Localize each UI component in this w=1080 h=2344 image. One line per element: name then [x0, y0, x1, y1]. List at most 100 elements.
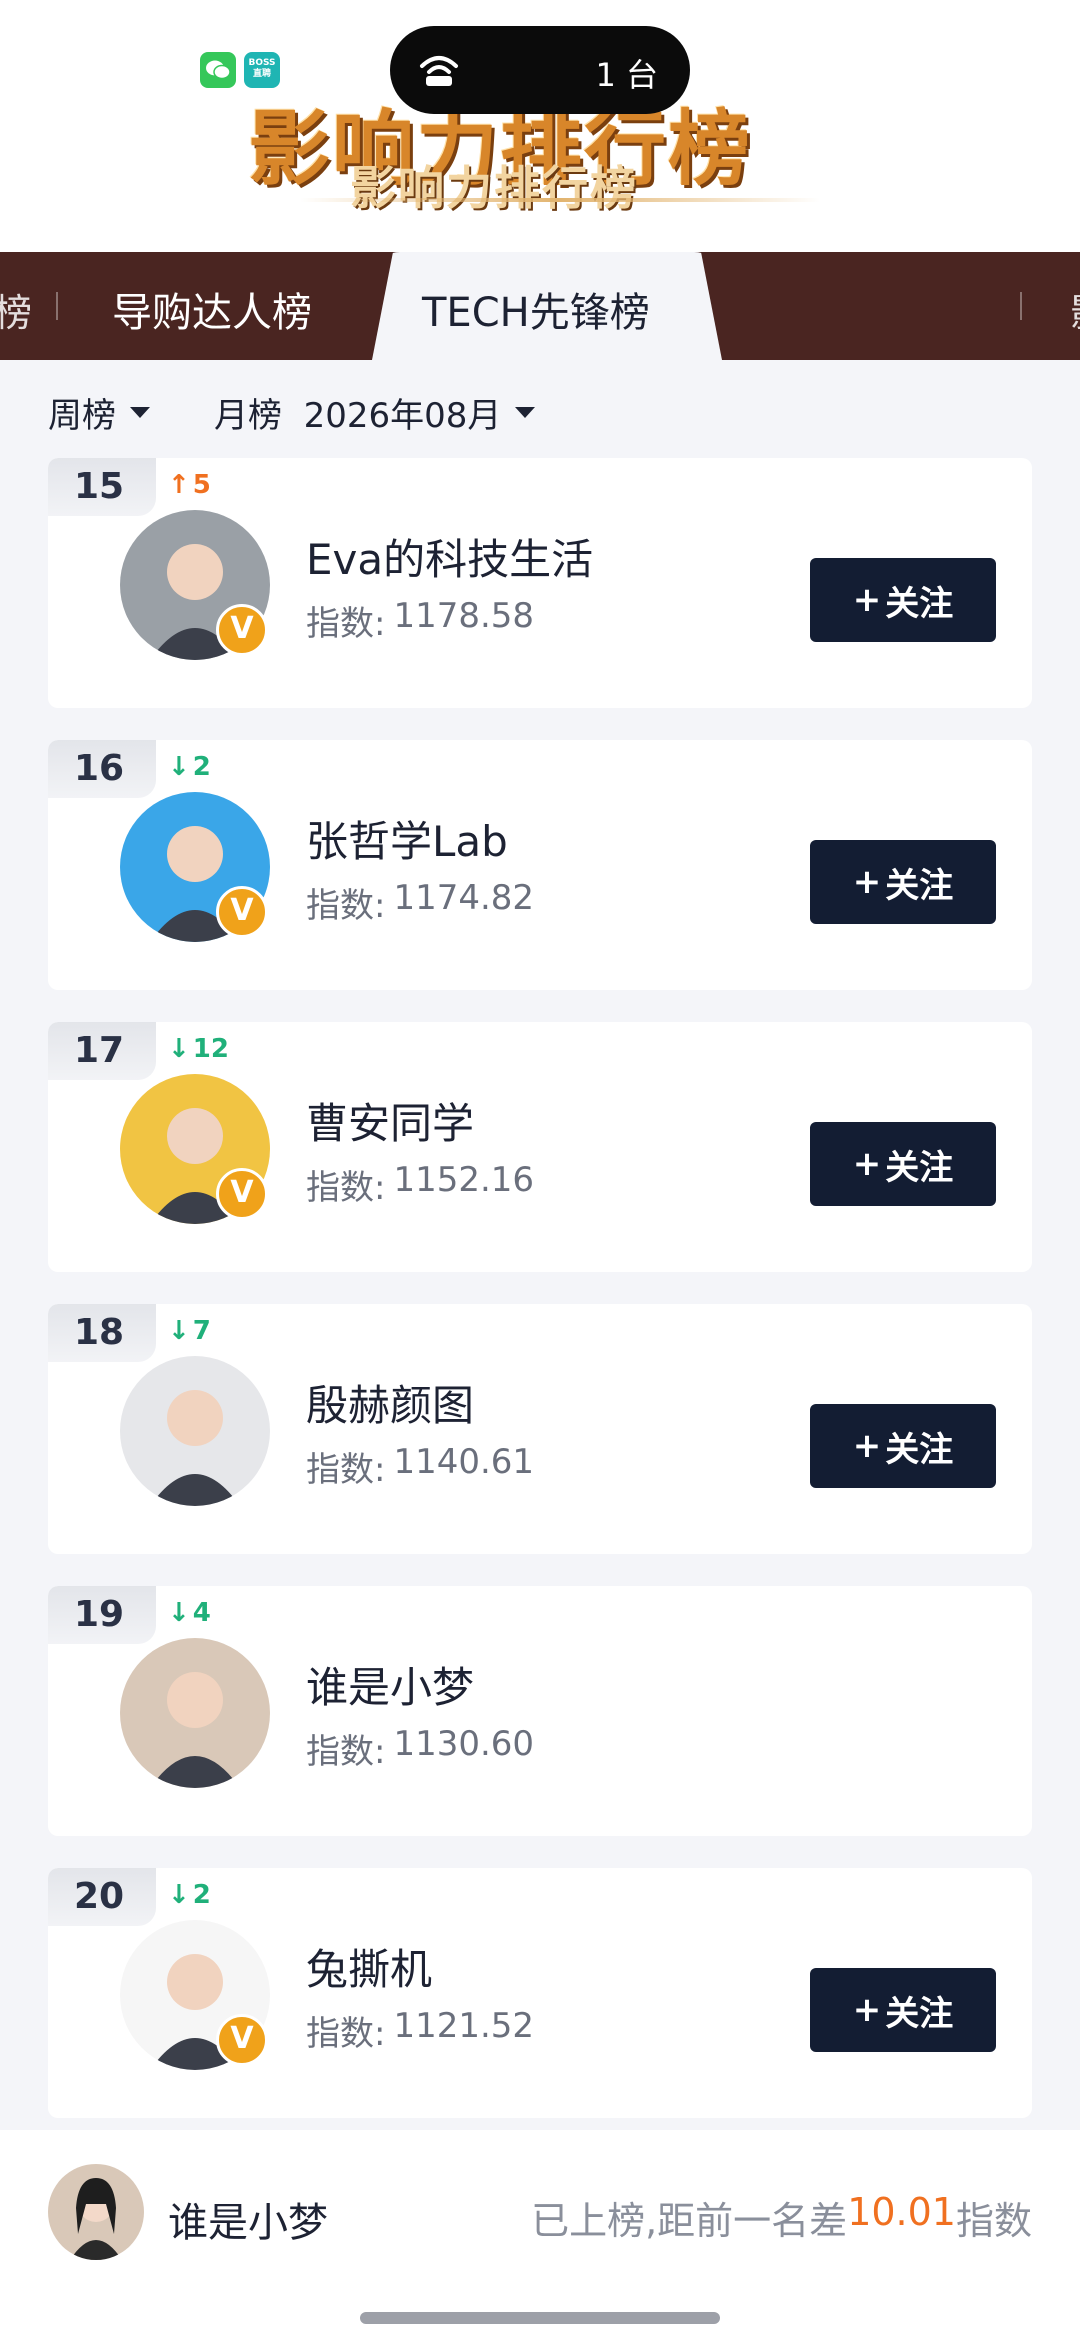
weekly-label: 周榜: [48, 396, 116, 436]
weekly-filter[interactable]: 周榜: [48, 388, 150, 437]
influence-score: 指数: 1140.61: [306, 1442, 534, 1491]
rank-card[interactable]: 15 ↑ 5 V Eva的科技生活 指数: 1178.58 + 关注: [48, 458, 1032, 708]
verified-badge-icon: V: [216, 1168, 268, 1220]
header-banner: BOSS 直聘 影响力排行榜 影响力排行榜 1 台: [0, 0, 1080, 252]
avatar[interactable]: [120, 1356, 270, 1506]
tab-divider: [1020, 292, 1022, 320]
score-value: 1174.82: [393, 878, 535, 918]
trend-down-icon: ↓: [168, 1034, 190, 1064]
trend-value: 12: [192, 1034, 229, 1064]
follow-label: 关注: [885, 1147, 954, 1188]
rank-card[interactable]: 19 ↓ 4 谁是小梦 指数: 1130.60: [48, 1586, 1032, 1836]
creator-name[interactable]: 张哲学Lab: [306, 808, 508, 869]
status-prefix: 已上榜,距前一名差: [531, 2199, 848, 2243]
trend-value: 7: [192, 1316, 211, 1346]
trend-value: 2: [192, 1880, 211, 1910]
monthly-filter[interactable]: 月榜 2026年08月: [214, 388, 536, 437]
tab-partial-right[interactable]: 影: [1070, 282, 1080, 337]
dynamic-island: 1 台: [390, 26, 690, 114]
my-rank-status: 已上榜,距前一名差 10.01 指数: [531, 2190, 1032, 2245]
tab-shopping-guide[interactable]: 导购达人榜: [112, 280, 312, 338]
verified-badge-icon: V: [216, 604, 268, 656]
banner-divider: [300, 198, 820, 202]
score-label: 指数:: [306, 604, 386, 644]
score-label: 指数:: [306, 1450, 386, 1490]
avatar[interactable]: [120, 1638, 270, 1788]
score-value: 1178.58: [393, 596, 535, 636]
influence-score: 指数: 1178.58: [306, 596, 534, 645]
tab-tech-pioneer[interactable]: TECH先锋榜: [422, 280, 650, 338]
influence-score: 指数: 1152.16: [306, 1160, 534, 1209]
follow-button[interactable]: + 关注: [810, 840, 996, 924]
my-name: 谁是小梦: [168, 2200, 328, 2246]
wechat-icon: [200, 52, 236, 88]
plus-icon: +: [852, 1144, 882, 1184]
creator-name[interactable]: 谁是小梦: [306, 1654, 474, 1715]
creator-name[interactable]: 殷赫颜图: [306, 1372, 474, 1433]
trend-down-icon: ↓: [168, 752, 190, 782]
score-label: 指数:: [306, 1168, 386, 1208]
tab-divider: [56, 292, 58, 320]
trend-down-icon: ↓: [168, 1316, 190, 1346]
rank-trend: ↓ 2: [168, 752, 211, 782]
rank-trend: ↓ 4: [168, 1598, 211, 1628]
trend-value: 5: [192, 470, 211, 500]
rank-number: 15: [48, 458, 156, 516]
rank-number: 18: [48, 1304, 156, 1362]
follow-label: 关注: [885, 583, 954, 624]
banner-subtitle: 影响力排行榜: [350, 161, 638, 215]
follow-button[interactable]: + 关注: [810, 558, 996, 642]
trend-up-icon: ↑: [168, 470, 190, 500]
follow-label: 关注: [885, 865, 954, 906]
home-indicator[interactable]: [360, 2312, 720, 2324]
score-value: 1130.60: [393, 1724, 535, 1764]
trend-value: 2: [192, 752, 211, 782]
creator-name[interactable]: Eva的科技生活: [306, 526, 593, 587]
rank-trend: ↓ 2: [168, 1880, 211, 1910]
status-suffix: 指数: [955, 2199, 1032, 2243]
score-value: 1140.61: [393, 1442, 535, 1482]
rank-trend: ↑ 5: [168, 470, 211, 500]
rank-number: 19: [48, 1586, 156, 1644]
follow-label: 关注: [885, 1993, 954, 2034]
verified-badge-icon: V: [216, 2014, 268, 2066]
rank-card[interactable]: 17 ↓ 12 V 曹安同学 指数: 1152.16 + 关注: [48, 1022, 1032, 1272]
caret-down-icon: [130, 407, 150, 418]
my-avatar[interactable]: [48, 2164, 144, 2260]
tab-partial-left[interactable]: 榜: [0, 282, 32, 337]
rank-card[interactable]: 16 ↓ 2 V 张哲学Lab 指数: 1174.82 + 关注: [48, 740, 1032, 990]
status-gap-value: 10.01: [847, 2190, 956, 2234]
verified-badge-icon: V: [216, 886, 268, 938]
influence-score: 指数: 1174.82: [306, 878, 534, 927]
rank-trend: ↓ 7: [168, 1316, 211, 1346]
influence-score: 指数: 1130.60: [306, 1724, 534, 1773]
device-count: 1 台: [595, 56, 658, 94]
plus-icon: +: [852, 1426, 882, 1466]
plus-icon: +: [852, 580, 882, 620]
plus-icon: +: [852, 862, 882, 902]
follow-button[interactable]: + 关注: [810, 1968, 996, 2052]
score-label: 指数:: [306, 1732, 386, 1772]
score-value: 1121.52: [393, 2006, 535, 2046]
trend-value: 4: [192, 1598, 211, 1628]
rank-number: 16: [48, 740, 156, 798]
follow-button[interactable]: + 关注: [810, 1404, 996, 1488]
follow-button[interactable]: + 关注: [810, 1122, 996, 1206]
follow-label: 关注: [885, 1429, 954, 1470]
caret-down-icon: [515, 407, 536, 418]
rank-number: 20: [48, 1868, 156, 1926]
creator-name[interactable]: 兔撕机: [306, 1936, 432, 1997]
trend-down-icon: ↓: [168, 1598, 190, 1628]
creator-name[interactable]: 曹安同学: [306, 1090, 474, 1151]
rank-trend: ↓ 12: [168, 1034, 229, 1064]
cast-icon: [420, 56, 458, 86]
score-value: 1152.16: [393, 1160, 535, 1200]
plus-icon: +: [852, 1990, 882, 2030]
monthly-label: 月榜 2026年08月: [214, 396, 502, 436]
influence-score: 指数: 1121.52: [306, 2006, 534, 2055]
score-label: 指数:: [306, 886, 386, 926]
rank-number: 17: [48, 1022, 156, 1080]
rank-card[interactable]: 20 ↓ 2 V 兔撕机 指数: 1121.52 + 关注: [48, 1868, 1032, 2118]
score-label: 指数:: [306, 2014, 386, 2054]
rank-card[interactable]: 18 ↓ 7 殷赫颜图 指数: 1140.61 + 关注: [48, 1304, 1032, 1554]
